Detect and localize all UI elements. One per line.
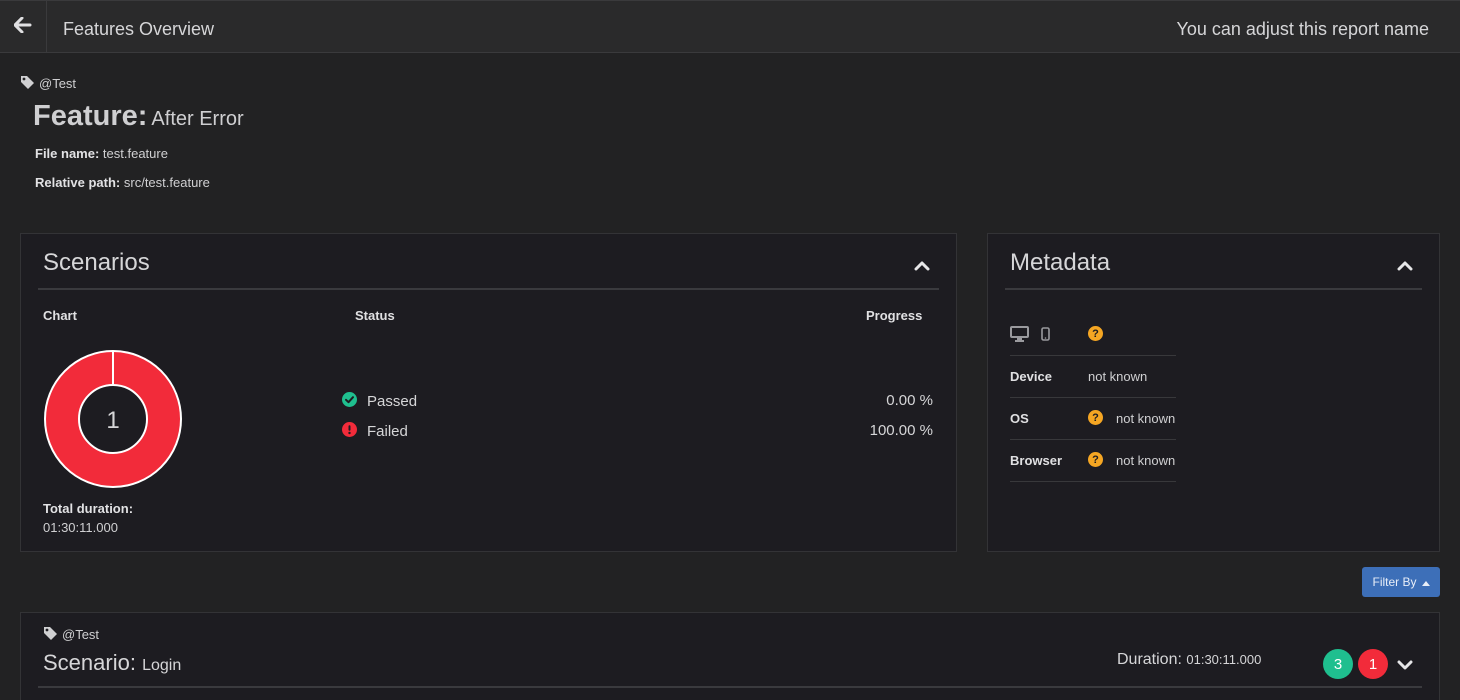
metadata-panel-title: Metadata	[1010, 249, 1111, 276]
metadata-divider	[1005, 288, 1422, 290]
report-name: You can adjust this report name	[1176, 19, 1430, 39]
metadata-panel	[987, 233, 1440, 552]
os-value: not known	[1116, 411, 1176, 426]
feature-label: Feature:	[33, 100, 148, 132]
total-duration-label: Total duration:	[43, 501, 134, 516]
chevron-down-icon[interactable]	[1397, 658, 1413, 676]
filter-by-label: Filter By	[1372, 575, 1417, 589]
metadata-row-divider	[1010, 355, 1176, 356]
status-failed-label: Failed	[367, 423, 408, 440]
relative-path-label: Relative path:	[35, 175, 121, 190]
total-duration-value: 01:30:11.000	[43, 520, 118, 535]
progress-column-header: Progress	[866, 308, 923, 323]
status-row-failed: Failed	[342, 422, 408, 441]
feature-tag: @Test	[20, 75, 76, 92]
metadata-row-divider	[1010, 397, 1176, 398]
metadata-row-divider	[1010, 481, 1176, 482]
status-row-passed: Passed	[342, 392, 417, 411]
status-passed-label: Passed	[367, 393, 418, 410]
scenario-name: Login	[142, 657, 182, 674]
feature-tag-label: @Test	[39, 76, 77, 91]
scenario-heading: Scenario: Login	[43, 650, 181, 676]
relative-path-line: Relative path: src/test.feature	[35, 175, 210, 190]
scenario-tag: @Test	[43, 626, 99, 643]
desktop-icon	[1010, 326, 1029, 347]
tag-icon	[20, 75, 35, 92]
tag-icon	[43, 626, 58, 643]
scenario-donut-chart: 1	[44, 350, 182, 488]
donut-center-label: 1	[106, 407, 119, 434]
device-value: not known	[1088, 369, 1148, 384]
exclamation-circle-icon	[342, 422, 357, 441]
scenario-tag-label: @Test	[62, 627, 100, 642]
chart-column-header: Chart	[43, 308, 77, 323]
page-title: Features Overview	[63, 19, 215, 39]
status-column-header: Status	[355, 308, 395, 323]
chevron-up-icon[interactable]	[1397, 258, 1413, 276]
mobile-icon	[1041, 327, 1050, 346]
browser-value: not known	[1116, 453, 1176, 468]
feature-name: After Error	[151, 108, 244, 130]
scenario-duration: Duration: 01:30:11.000	[1117, 651, 1261, 669]
os-label: OS	[1010, 411, 1029, 426]
metadata-row-divider	[1010, 439, 1176, 440]
check-circle-icon	[342, 392, 357, 411]
top-navbar: Features Overview You can adjust this re…	[0, 0, 1460, 53]
scenarios-divider	[38, 288, 939, 290]
question-circle-icon: ?	[1088, 452, 1103, 467]
file-name-line: File name: test.feature	[35, 146, 168, 161]
caret-up-icon	[1421, 575, 1430, 589]
scenario-duration-value: 01:30:11.000	[1186, 652, 1262, 667]
question-circle-icon: ?	[1088, 410, 1103, 425]
device-label: Device	[1010, 369, 1052, 384]
failed-percent: 100.00 %	[869, 422, 933, 439]
failed-count-badge: 1	[1358, 649, 1388, 679]
filter-by-button[interactable]: Filter By	[1362, 567, 1440, 597]
back-button[interactable]	[0, 1, 47, 53]
relative-path-value: src/test.feature	[123, 175, 210, 190]
scenarios-panel-title: Scenarios	[43, 249, 150, 276]
browser-label: Browser	[1010, 453, 1063, 468]
chevron-up-icon[interactable]	[914, 258, 930, 276]
arrow-left-icon	[13, 16, 32, 38]
scenario-duration-label: Duration:	[1117, 651, 1182, 668]
file-name-value: test.feature	[102, 146, 168, 161]
feature-heading: Feature: After Error	[33, 100, 244, 133]
scenario-divider	[38, 686, 1422, 688]
question-circle-icon: ?	[1088, 326, 1103, 341]
file-name-label: File name:	[35, 146, 100, 161]
passed-percent: 0.00 %	[886, 392, 933, 409]
passed-count-badge: 3	[1323, 649, 1353, 679]
scenario-label: Scenario:	[43, 650, 136, 675]
